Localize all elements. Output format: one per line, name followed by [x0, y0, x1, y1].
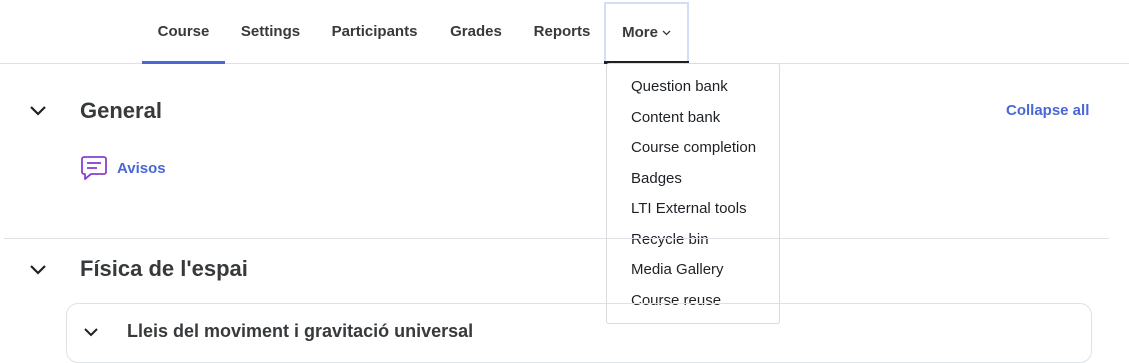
section-title-fisica[interactable]: Física de l'espai	[80, 256, 248, 282]
tab-participants[interactable]: Participants	[322, 0, 427, 63]
more-dropdown-menu: Question bank Content bank Course comple…	[606, 63, 780, 324]
course-navigation: Course Settings Participants Grades Repo…	[0, 0, 1129, 64]
section-fisica-toggle[interactable]	[28, 262, 48, 281]
section-title-general[interactable]: General	[80, 98, 162, 124]
chevron-down-icon	[30, 265, 46, 275]
menu-item-course-completion[interactable]: Course completion	[631, 134, 756, 162]
menu-item-media-gallery[interactable]: Media Gallery	[631, 256, 724, 284]
menu-item-content-bank[interactable]: Content bank	[631, 104, 720, 132]
section-general-toggle[interactable]	[28, 103, 48, 122]
chevron-down-icon	[662, 30, 671, 36]
chevron-down-icon	[84, 328, 98, 337]
subsection-toggle[interactable]	[83, 325, 99, 343]
menu-item-badges[interactable]: Badges	[631, 165, 682, 193]
menu-item-question-bank[interactable]: Question bank	[631, 73, 728, 101]
tab-settings[interactable]: Settings	[232, 0, 309, 63]
menu-item-recycle-bin[interactable]: Recycle bin	[631, 226, 709, 254]
tab-reports[interactable]: Reports	[524, 0, 600, 63]
tab-grades[interactable]: Grades	[440, 0, 512, 63]
section-divider	[4, 238, 1109, 239]
collapse-all-link[interactable]: Collapse all	[1006, 102, 1089, 119]
forum-icon	[81, 156, 107, 180]
menu-item-lti-external-tools[interactable]: LTI External tools	[631, 195, 747, 223]
subsection-lleis: Lleis del moviment i gravitació universa…	[66, 303, 1092, 363]
activity-label[interactable]: Avisos	[117, 160, 166, 177]
chevron-down-icon	[30, 106, 46, 116]
tab-more[interactable]: More	[604, 2, 689, 64]
tab-more-label: More	[622, 24, 658, 41]
tab-course[interactable]: Course	[142, 0, 225, 64]
subsection-title[interactable]: Lleis del moviment i gravitació universa…	[127, 321, 473, 342]
